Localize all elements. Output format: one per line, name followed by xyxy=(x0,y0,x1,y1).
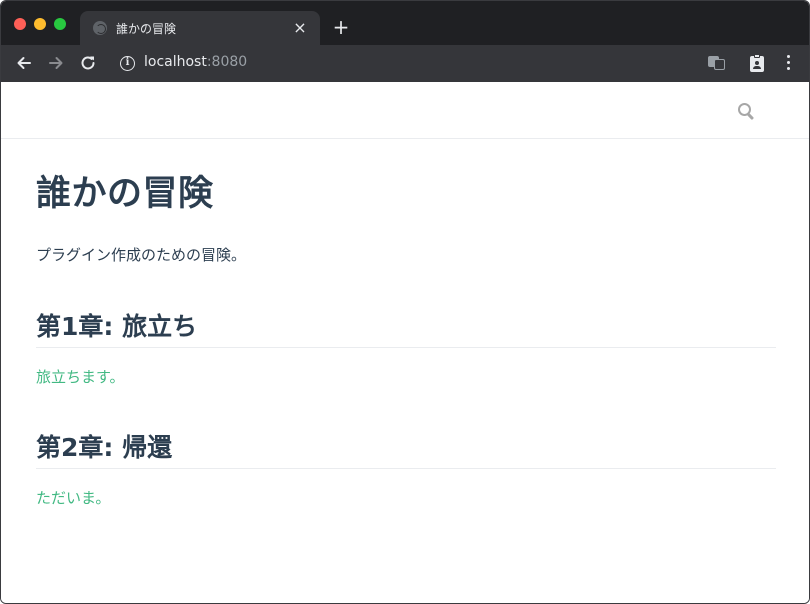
chapter-text: 旅立ちます。 xyxy=(36,368,125,386)
tab-bar: 誰かの冒険 × + xyxy=(1,1,809,45)
forward-button[interactable] xyxy=(45,52,67,74)
site-navbar xyxy=(1,82,809,139)
chapter-text: ただいま。 xyxy=(36,489,111,507)
translate-icon-front xyxy=(714,59,725,70)
window-maximize-button[interactable] xyxy=(54,18,66,30)
search-icon-handle xyxy=(746,112,755,121)
back-button[interactable] xyxy=(13,52,35,74)
reload-button[interactable] xyxy=(77,52,99,74)
search-icon[interactable] xyxy=(738,103,756,121)
clipboard-person-icon[interactable] xyxy=(747,53,767,73)
reload-icon xyxy=(81,56,95,70)
translate-icon[interactable] xyxy=(707,53,727,73)
arrow-right-icon xyxy=(49,57,63,69)
tab-title: 誰かの冒険 xyxy=(116,22,177,36)
active-tab[interactable]: 誰かの冒険 × xyxy=(80,11,320,45)
info-icon[interactable]: i xyxy=(120,56,135,71)
clipboard-person-body xyxy=(753,66,761,69)
page-description: プラグイン作成のための冒険。 xyxy=(36,246,247,264)
globe-icon xyxy=(93,21,107,35)
window-close-button[interactable] xyxy=(14,18,26,30)
window-minimize-button[interactable] xyxy=(34,18,46,30)
page-viewport: 誰かの冒険 プラグイン作成のための冒険。 第1章: 旅立ち 旅立ちます。 第2章… xyxy=(1,82,809,603)
tab-close-button[interactable]: × xyxy=(290,18,310,38)
chapter-heading: 第1章: 旅立ち xyxy=(36,307,776,348)
menu-dot xyxy=(787,55,790,58)
url-host: localhost xyxy=(144,54,207,70)
browser-window: 誰かの冒険 × + i localhost:8080 誰かの冒険 プラグイン作成… xyxy=(0,0,810,604)
browser-toolbar: i localhost:8080 xyxy=(1,45,809,82)
kebab-menu-icon[interactable] xyxy=(779,53,799,73)
arrow-left-icon xyxy=(17,57,31,69)
menu-dot xyxy=(787,61,790,64)
chapter-heading: 第2章: 帰還 xyxy=(36,428,776,469)
page-title: 誰かの冒険 xyxy=(36,174,214,214)
new-tab-button[interactable]: + xyxy=(330,16,352,38)
clipboard-clip xyxy=(754,54,760,58)
url-port: :8080 xyxy=(206,54,248,70)
menu-dot xyxy=(787,67,790,70)
clipboard-person-head xyxy=(755,61,759,65)
url-text[interactable]: localhost:8080 xyxy=(144,54,247,70)
address-bar[interactable]: i localhost:8080 xyxy=(109,49,697,78)
